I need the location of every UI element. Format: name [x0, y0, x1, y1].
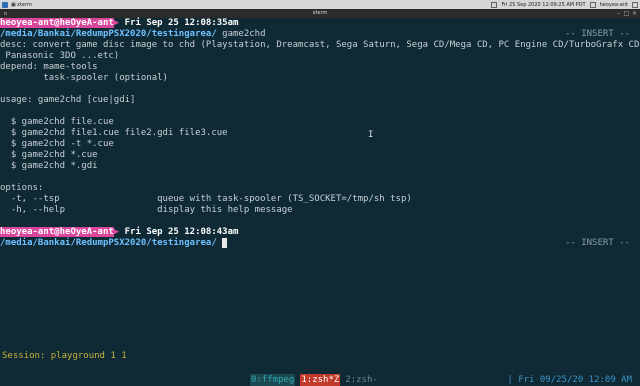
prompt-user: heoyea-ant@heOyeA-ant — [0, 18, 114, 28]
prompt-path: /media/Bankai/RedumpPSX2020/testingarea/ — [0, 238, 217, 248]
output-line: $ game2chd -t *.cue — [0, 139, 114, 149]
minimize-icon[interactable]: – — [615, 10, 622, 17]
tmux-window-list: 0:ffmpeg 1:zsh*Z 2:zsh- — [250, 374, 378, 386]
tray-box-icon[interactable] — [589, 1, 596, 8]
prompt-line: /media/Bankai/RedumpPSX2020/testingarea/… — [0, 29, 640, 40]
prompt-separator-icon: ▶ — [113, 227, 125, 237]
app-menu-icon[interactable] — [2, 1, 8, 8]
terminal-view[interactable]: heoyea-ant@heOyeA-ant▶ Fri Sep 25 12:08:… — [0, 18, 640, 360]
output-line: $ game2chd file.cue — [0, 117, 114, 127]
text-cursor — [222, 238, 228, 248]
tray-box-icon[interactable] — [491, 1, 498, 8]
taskbar-clock[interactable]: Fri 25 Sep 2020 12:09:25 AM PDT — [501, 2, 585, 8]
output-line: depend: mame-tools — [0, 62, 98, 72]
output-line: usage: game2chd [cue|gdi] — [0, 95, 136, 105]
prompt-bar: heoyea-ant@heOyeA-ant▶ Fri Sep 25 12:08:… — [0, 18, 640, 29]
taskbar-task-label: xterm — [17, 1, 32, 8]
prompt-date: Fri Sep 25 12:08:43am — [124, 227, 239, 237]
window-titlebar[interactable]: ▫ xterm – □ × — [0, 9, 640, 18]
prompt-user: heoyea-ant@heOyeA-ant — [0, 227, 114, 237]
taskbar-tray: Fri 25 Sep 2020 12:09:25 AM PDT heoyea-a… — [491, 0, 638, 9]
output-line: $ game2chd file1.cue file2.gdi file3.cue — [0, 128, 228, 138]
output-line: Panasonic 3DO ...etc) — [0, 51, 120, 61]
output-line: options: — [0, 183, 44, 193]
taskbar: ▣ xterm Fri 25 Sep 2020 12:09:25 AM PDT … — [0, 0, 640, 9]
window-title: xterm — [312, 10, 328, 16]
output-line: $ game2chd *.cue — [0, 150, 98, 160]
output-line: -h, --help display this help message — [0, 205, 293, 215]
taskbar-user[interactable]: heoyea-ant — [600, 2, 628, 8]
tmux-window-1[interactable]: 1:zsh*Z — [300, 374, 341, 386]
vi-mode-indicator: -- INSERT -- — [564, 238, 630, 248]
command-text: game2chd — [222, 29, 266, 39]
tmux-window-0[interactable]: 0:ffmpeg — [250, 374, 296, 386]
prompt-date: Fri Sep 25 12:08:35am — [124, 18, 239, 28]
output-line: -t, --tsp queue with task-spooler (TS_SO… — [0, 194, 412, 204]
prompt-line[interactable]: /media/Bankai/RedumpPSX2020/testingarea/… — [0, 238, 640, 249]
prompt-separator-icon: ▶ — [113, 18, 125, 28]
vi-mode-indicator: -- INSERT -- — [564, 29, 630, 39]
close-icon[interactable]: × — [631, 10, 638, 17]
output-line: $ game2chd *.gdi — [0, 161, 98, 171]
tmux-clock: | Fri 09/25/20 12:09 AM — [507, 375, 632, 385]
taskbar-task-xterm[interactable]: xterm — [14, 1, 35, 8]
tmux-status-bar: Session: playground 1 1 0:ffmpeg 1:zsh*Z… — [0, 338, 640, 386]
prompt-path: /media/Bankai/RedumpPSX2020/testingarea/ — [0, 29, 217, 39]
power-icon[interactable] — [632, 1, 638, 8]
prompt-bar: heoyea-ant@heOyeA-ant▶ Fri Sep 25 12:08:… — [0, 227, 640, 238]
mouse-ibeam-icon: I — [368, 130, 374, 140]
tmux-session: Session: playground 1 1 — [2, 351, 127, 361]
maximize-icon[interactable]: □ — [623, 10, 630, 17]
output-line: task-spooler (optional) — [0, 73, 168, 83]
output-line: desc: convert game disc image to chd (Pl… — [0, 40, 640, 50]
tmux-window-2[interactable]: 2:zsh- — [345, 374, 378, 386]
